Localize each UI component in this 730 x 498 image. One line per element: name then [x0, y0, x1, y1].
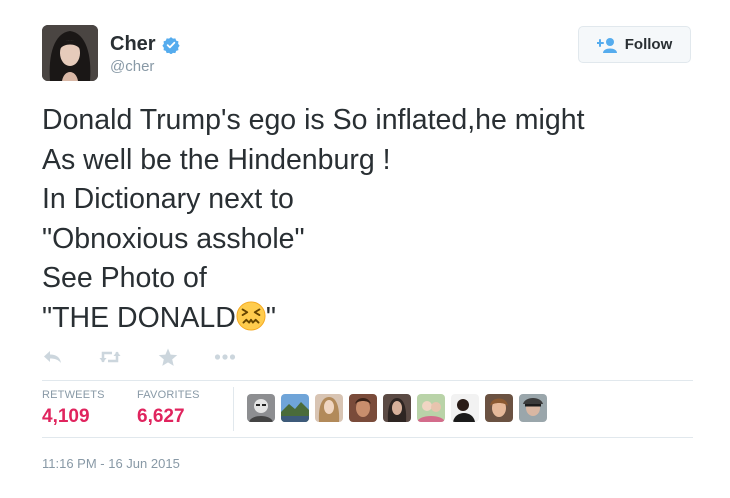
- avatar[interactable]: [42, 25, 98, 81]
- tweet-line: See Photo of: [42, 262, 207, 294]
- tweet-actions: [42, 346, 236, 368]
- stats-vertical-divider: [233, 387, 234, 431]
- favoriter-avatar[interactable]: [519, 394, 547, 422]
- favorites-count: 6,627: [137, 406, 185, 427]
- favoriter-avatar[interactable]: [349, 394, 377, 422]
- favoriter-avatar[interactable]: [485, 394, 513, 422]
- tweet-line: As well be the Hindenburg !: [42, 143, 391, 176]
- favoriter-avatar[interactable]: [315, 394, 343, 422]
- retweets-stat[interactable]: RETWEETS 4,109: [42, 389, 105, 428]
- tweet-line-last: "THE DONALD ": [42, 299, 585, 339]
- verified-badge-icon: [161, 36, 180, 54]
- tweet-line: "THE DONALD: [42, 301, 236, 334]
- favorites-label: FAVORITES: [137, 389, 200, 401]
- stats-bottom-divider: [42, 437, 693, 438]
- favorites-stat[interactable]: FAVORITES 6,627: [137, 389, 200, 428]
- tweet-line: Donald Trump's ego is So inflated,he mig…: [42, 104, 585, 136]
- tweet-line: In Dictionary next to: [42, 183, 294, 215]
- tweet-line: ": [265, 301, 276, 334]
- tweet-timestamp[interactable]: 11:16 PM - 16 Jun 2015: [42, 456, 180, 471]
- stats-top-divider: [42, 380, 693, 381]
- reply-icon[interactable]: [42, 349, 64, 365]
- retweets-label: RETWEETS: [42, 389, 105, 401]
- tweet-line: "Obnoxious asshole": [42, 222, 305, 255]
- favoriter-avatar[interactable]: [281, 394, 309, 422]
- retweet-icon[interactable]: [98, 349, 122, 365]
- display-name[interactable]: Cher: [110, 33, 156, 56]
- more-icon[interactable]: [214, 353, 236, 361]
- confounded-face-icon: [236, 300, 266, 331]
- favorite-icon[interactable]: [158, 348, 178, 367]
- favoriter-avatar[interactable]: [383, 394, 411, 422]
- tweet-text: Donald Trump's ego is So inflated,he mig…: [42, 101, 585, 338]
- favoriter-avatar[interactable]: [417, 394, 445, 422]
- add-person-icon: [596, 37, 617, 53]
- follow-label: Follow: [624, 36, 673, 53]
- retweets-count: 4,109: [42, 406, 90, 427]
- follow-button[interactable]: Follow: [578, 26, 691, 63]
- favoriter-avatar[interactable]: [247, 394, 275, 422]
- user-handle[interactable]: @cher: [110, 58, 154, 75]
- favoriter-avatar[interactable]: [451, 394, 479, 422]
- favoriters-avatars: [247, 394, 553, 422]
